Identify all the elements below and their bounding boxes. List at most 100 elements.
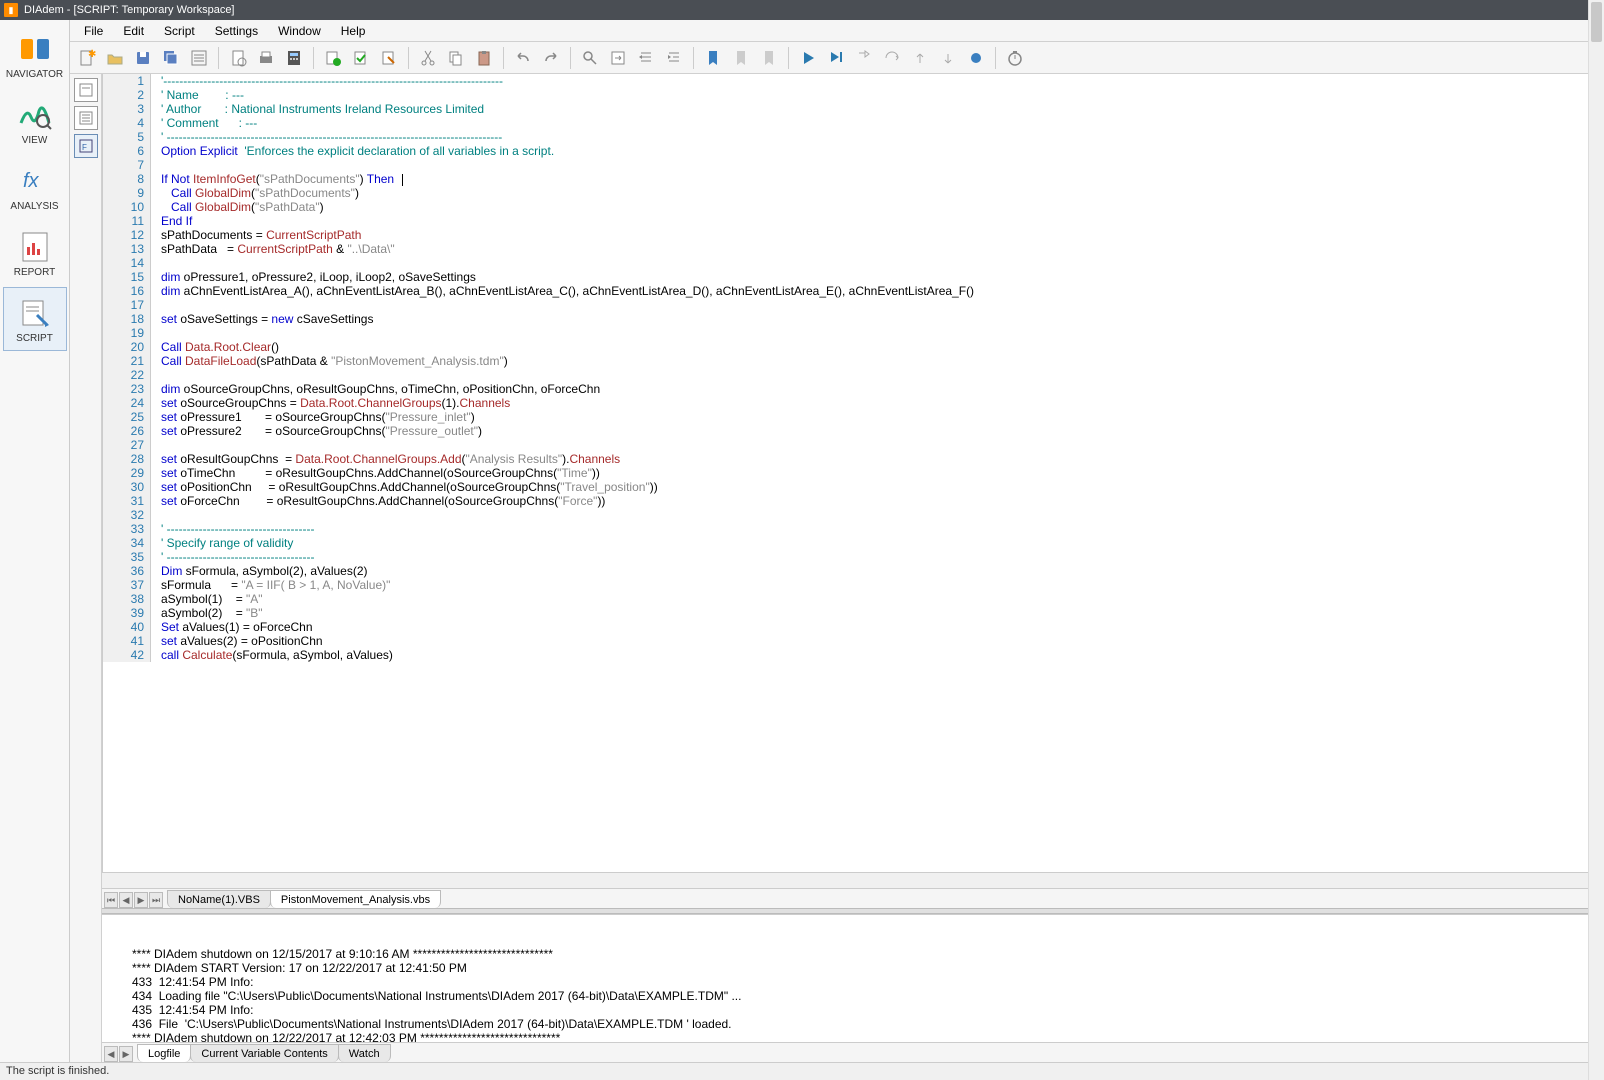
save-all-button[interactable] <box>158 45 184 71</box>
calculator-button[interactable] <box>281 45 307 71</box>
panel-analysis[interactable]: fxANALYSIS <box>3 155 67 219</box>
log-tab[interactable]: Watch <box>338 1044 391 1062</box>
code-line[interactable]: 41set aValues(2) = oPositionChn <box>103 634 1604 648</box>
print-preview-button[interactable] <box>225 45 251 71</box>
code-line[interactable]: 28set oResultGoupChns = Data.Root.Channe… <box>103 452 1604 466</box>
code-line[interactable]: 6Option Explicit 'Enforces the explicit … <box>103 144 1604 158</box>
editor-tab[interactable]: NoName(1).VBS <box>167 890 271 908</box>
code-line[interactable]: 26set oPressure2 = oSourceGroupChns("Pre… <box>103 424 1604 438</box>
menu-settings[interactable]: Settings <box>205 22 268 40</box>
code-line[interactable]: 1'--------------------------------------… <box>103 74 1604 88</box>
side-btn-3[interactable]: F <box>74 134 98 158</box>
check-syntax-button[interactable] <box>348 45 374 71</box>
code-line[interactable]: 24set oSourceGroupChns = Data.Root.Chann… <box>103 396 1604 410</box>
panel-script[interactable]: SCRIPT <box>3 287 67 351</box>
save-button[interactable] <box>130 45 156 71</box>
code-line[interactable]: 22 <box>103 368 1604 382</box>
code-line[interactable]: 35' ------------------------------------… <box>103 550 1604 564</box>
side-btn-2[interactable] <box>74 106 98 130</box>
cut-button[interactable] <box>415 45 441 71</box>
step-back-button[interactable] <box>935 45 961 71</box>
code-line[interactable]: 38aSymbol(1) = "A" <box>103 592 1604 606</box>
toggle-bookmark-button[interactable] <box>700 45 726 71</box>
code-line[interactable]: 10 Call GlobalDim("sPathData") <box>103 200 1604 214</box>
code-line[interactable]: 27 <box>103 438 1604 452</box>
redo-button[interactable] <box>538 45 564 71</box>
code-line[interactable]: 17 <box>103 298 1604 312</box>
code-line[interactable]: 30set oPositionChn = oResultGoupChns.Add… <box>103 480 1604 494</box>
step-over-button[interactable] <box>879 45 905 71</box>
code-line[interactable]: 4' Comment : --- <box>103 116 1604 130</box>
indent-button[interactable] <box>661 45 687 71</box>
tab-nav-next[interactable]: ▶ <box>134 892 148 908</box>
code-line[interactable]: 23dim oSourceGroupChns, oResultGoupChns,… <box>103 382 1604 396</box>
edit-script-button[interactable] <box>376 45 402 71</box>
tab-nav-prev[interactable]: ◀ <box>119 892 133 908</box>
side-btn-1[interactable] <box>74 78 98 102</box>
step-out-button[interactable] <box>907 45 933 71</box>
open-file-button[interactable] <box>102 45 128 71</box>
code-line[interactable]: 36Dim sFormula, aSymbol(2), aValues(2) <box>103 564 1604 578</box>
log-tab[interactable]: Current Variable Contents <box>190 1044 338 1062</box>
code-line[interactable]: 33' ------------------------------------… <box>103 522 1604 536</box>
log-tab-nav-prev[interactable]: ◀ <box>104 1046 118 1062</box>
copy-button[interactable] <box>443 45 469 71</box>
step-into-button[interactable] <box>851 45 877 71</box>
code-line[interactable]: 21Call DataFileLoad(sPathData & "PistonM… <box>103 354 1604 368</box>
code-line[interactable]: 32 <box>103 508 1604 522</box>
code-line[interactable]: 29set oTimeChn = oResultGoupChns.AddChan… <box>103 466 1604 480</box>
log-vertical-scrollbar[interactable] <box>1588 914 1604 1042</box>
outdent-button[interactable] <box>633 45 659 71</box>
menu-window[interactable]: Window <box>268 22 331 40</box>
code-line[interactable]: 42call Calculate(sFormula, aSymbol, aVal… <box>103 648 1604 662</box>
code-line[interactable]: 3' Author : National Instruments Ireland… <box>103 102 1604 116</box>
code-line[interactable]: 13sPathData = CurrentScriptPath & "..\Da… <box>103 242 1604 256</box>
panel-navigator[interactable]: NAVIGATOR <box>3 23 67 87</box>
menu-file[interactable]: File <box>74 22 113 40</box>
menu-script[interactable]: Script <box>154 22 205 40</box>
code-line[interactable]: 14 <box>103 256 1604 270</box>
new-file-button[interactable]: ✱ <box>74 45 100 71</box>
code-line[interactable]: 25set oPressure1 = oSourceGroupChns("Pre… <box>103 410 1604 424</box>
print-button[interactable] <box>253 45 279 71</box>
menu-help[interactable]: Help <box>331 22 376 40</box>
horizontal-scrollbar[interactable] <box>102 872 1604 888</box>
code-editor[interactable]: 1'--------------------------------------… <box>102 74 1604 872</box>
record-macro-button[interactable] <box>320 45 346 71</box>
prev-bookmark-button[interactable] <box>728 45 754 71</box>
tab-nav-last[interactable]: ⏭ <box>149 892 163 908</box>
run-to-cursor-button[interactable] <box>823 45 849 71</box>
log-tab-nav-next[interactable]: ▶ <box>119 1046 133 1062</box>
code-line[interactable]: 2' Name : --- <box>103 88 1604 102</box>
undo-button[interactable] <box>510 45 536 71</box>
stopwatch-button[interactable] <box>1002 45 1028 71</box>
panel-view[interactable]: VIEW <box>3 89 67 153</box>
code-line[interactable]: 20Call Data.Root.Clear() <box>103 340 1604 354</box>
log-tab[interactable]: Logfile <box>137 1044 191 1062</box>
code-line[interactable]: 40Set aValues(1) = oForceChn <box>103 620 1604 634</box>
code-line[interactable]: 16dim aChnEventListArea_A(), aChnEventLi… <box>103 284 1604 298</box>
toggle-breakpoint-button[interactable] <box>963 45 989 71</box>
code-line[interactable]: 12sPathDocuments = CurrentScriptPath <box>103 228 1604 242</box>
code-view-button[interactable] <box>186 45 212 71</box>
log-panel[interactable]: **** DIAdem shutdown on 12/15/2017 at 9:… <box>102 914 1604 1042</box>
code-line[interactable]: 19 <box>103 326 1604 340</box>
code-line[interactable]: 11End If <box>103 214 1604 228</box>
next-bookmark-button[interactable] <box>756 45 782 71</box>
code-line[interactable]: 7 <box>103 158 1604 172</box>
paste-button[interactable] <box>471 45 497 71</box>
code-line[interactable]: 37sFormula = "A = IIF( B > 1, A, NoValue… <box>103 578 1604 592</box>
code-line[interactable]: 15dim oPressure1, oPressure2, iLoop, iLo… <box>103 270 1604 284</box>
goto-button[interactable] <box>605 45 631 71</box>
code-line[interactable]: 31set oForceChn = oResultGoupChns.AddCha… <box>103 494 1604 508</box>
panel-report[interactable]: REPORT <box>3 221 67 285</box>
menu-edit[interactable]: Edit <box>113 22 154 40</box>
run-button[interactable] <box>795 45 821 71</box>
code-line[interactable]: 9 Call GlobalDim("sPathDocuments") <box>103 186 1604 200</box>
code-line[interactable]: 18set oSaveSettings = new cSaveSettings <box>103 312 1604 326</box>
code-line[interactable]: 5' -------------------------------------… <box>103 130 1604 144</box>
code-line[interactable]: 39aSymbol(2) = "B" <box>103 606 1604 620</box>
tab-nav-first[interactable]: ⏮ <box>104 892 118 908</box>
editor-tab[interactable]: PistonMovement_Analysis.vbs <box>270 890 441 908</box>
code-line[interactable]: 8If Not ItemInfoGet("sPathDocuments") Th… <box>103 172 1604 186</box>
